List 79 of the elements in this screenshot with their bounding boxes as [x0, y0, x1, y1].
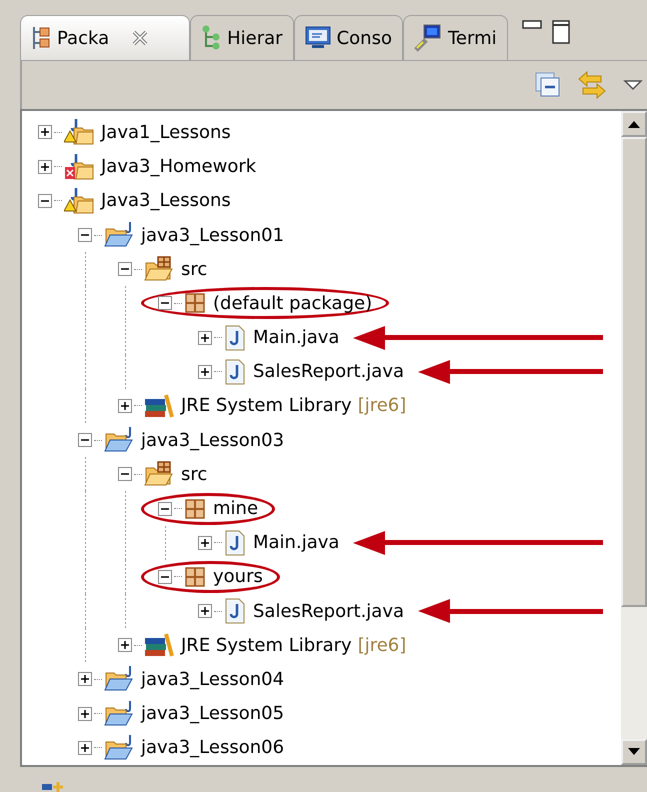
terminal-icon [414, 24, 442, 52]
monitor-icon [304, 26, 331, 50]
package-icon [184, 566, 206, 588]
down-arrow-icon [628, 748, 640, 756]
close-icon[interactable] [131, 29, 150, 48]
tree-toggle[interactable] [198, 364, 212, 379]
scroll-up-button[interactable] [621, 111, 647, 138]
package-icon [184, 292, 206, 314]
open-folder-icon [104, 665, 134, 694]
tree-toggle[interactable] [118, 467, 132, 482]
tree-item-label[interactable]: yours [213, 566, 263, 588]
tree-toggle[interactable] [158, 296, 172, 310]
tree-item-label[interactable]: Java3_Lessons [101, 190, 231, 212]
view-tab[interactable]: Hierar [190, 15, 294, 60]
tree-item-label[interactable]: java3_Lesson01 [141, 224, 284, 246]
java-file-icon [224, 598, 246, 624]
tree-toggle[interactable] [198, 536, 212, 550]
tree-toggle[interactable] [158, 502, 172, 516]
view-tab[interactable]: Packa [20, 15, 190, 60]
tree-toggle[interactable] [78, 228, 92, 242]
java-file-icon [224, 324, 246, 351]
java-file-icon [224, 530, 246, 556]
view-menu-icon[interactable] [623, 79, 643, 92]
tree-toggle[interactable] [78, 740, 92, 755]
project-folder-icon [64, 118, 94, 146]
tree-item-label[interactable]: Java1_Lessons [101, 122, 231, 143]
collapse-all-icon[interactable] [535, 72, 561, 98]
tree-item-label[interactable]: (default package) [213, 292, 372, 314]
tree-item-label[interactable]: java3_Lesson05 [141, 703, 284, 724]
tree-item-label[interactable]: Main.java [253, 327, 340, 348]
library-version-label: [jre6] [358, 634, 406, 656]
project-folder-icon [64, 186, 94, 215]
minimize-icon[interactable] [522, 20, 542, 30]
tree-toggle[interactable] [198, 604, 212, 618]
tree-item-label[interactable]: java3_Lesson06 [141, 737, 284, 758]
tree-toggle[interactable] [78, 433, 92, 448]
hierarchy-icon [201, 25, 222, 52]
open-folder-icon [104, 221, 134, 250]
tree-item-label[interactable]: src [181, 464, 208, 485]
scroll-down-button[interactable] [621, 738, 647, 765]
tree-item-label[interactable]: mine [213, 498, 258, 520]
tree-item-label[interactable]: java3_Lesson03 [141, 430, 284, 451]
java-file-icon [224, 358, 246, 385]
tree-item-label[interactable]: src [181, 258, 208, 280]
tree-item-label[interactable]: SalesReport.java [253, 600, 404, 622]
scroll-thumb[interactable] [621, 137, 647, 608]
project-folder-icon [64, 152, 94, 181]
tree-item-label[interactable]: JRE System Library [181, 395, 352, 416]
tree-toggle[interactable] [78, 706, 92, 721]
tree-item-label[interactable]: java3_Lesson04 [141, 668, 284, 690]
package-icon [184, 498, 206, 520]
tree-toggle[interactable] [118, 638, 132, 652]
tree-toggle[interactable] [158, 570, 172, 584]
source-folder-icon [144, 460, 174, 488]
tree-toggle[interactable] [78, 672, 92, 686]
tree-toggle[interactable] [38, 160, 52, 174]
open-folder-icon [104, 426, 134, 454]
open-folder-icon [104, 734, 134, 762]
tree-toggle[interactable] [198, 330, 212, 345]
tree-toggle[interactable] [38, 125, 52, 140]
view-tab[interactable]: Conso [294, 15, 403, 60]
up-arrow-icon [628, 120, 640, 128]
library-version-label: [jre6] [358, 395, 406, 416]
tree-item-label[interactable]: Main.java [253, 532, 340, 554]
tree-toggle[interactable] [118, 262, 132, 276]
open-folder-icon [104, 700, 134, 728]
tree-item-label[interactable]: SalesReport.java [253, 361, 404, 382]
scrollbar-track[interactable] [621, 111, 647, 765]
view-tab[interactable]: Termi [402, 15, 508, 60]
books-icon [144, 392, 174, 419]
maximize-icon[interactable] [552, 20, 570, 44]
tree-toggle[interactable] [118, 398, 132, 413]
tree-item-label[interactable]: Java3_Homework [101, 156, 256, 178]
tree-toggle[interactable] [38, 194, 52, 208]
package-tree-icon [31, 26, 51, 50]
books-icon [144, 632, 174, 658]
tree-item-label[interactable]: JRE System Library [181, 634, 352, 656]
small-tool-icon[interactable] [42, 780, 66, 792]
source-folder-icon [144, 255, 174, 284]
